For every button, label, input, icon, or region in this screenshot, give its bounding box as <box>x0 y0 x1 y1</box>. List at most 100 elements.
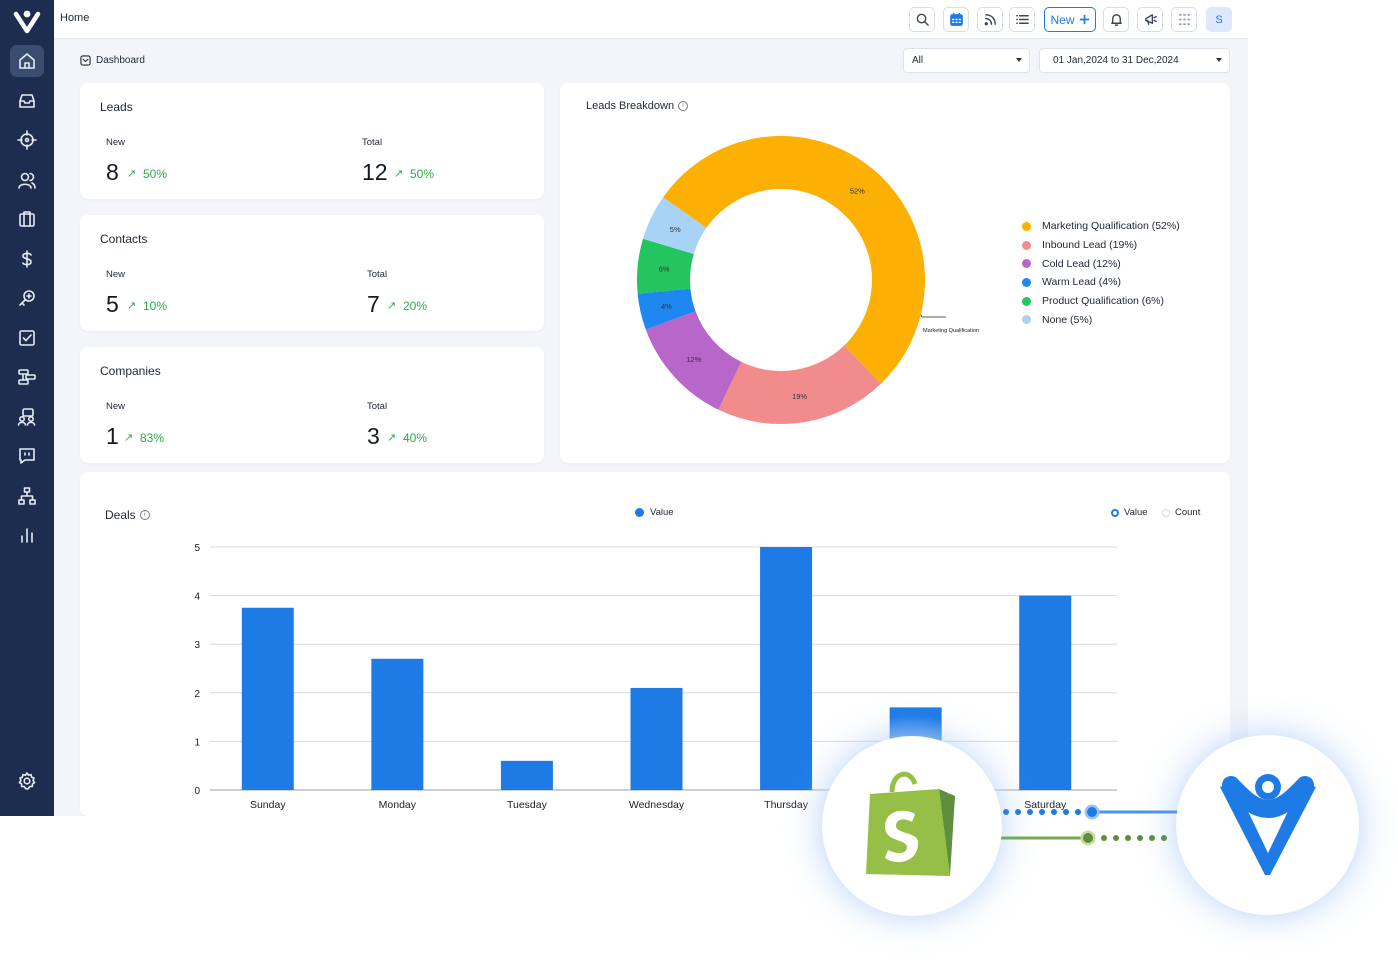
avatar[interactable]: S <box>1206 7 1232 32</box>
card-title: Contacts <box>100 232 148 246</box>
product-logo-badge[interactable] <box>1176 735 1359 915</box>
org-chart-icon <box>18 487 36 505</box>
list-button[interactable] <box>1009 7 1035 32</box>
legend-swatch <box>1022 296 1031 306</box>
legend-item[interactable]: Product Qualification (6%) <box>1022 292 1180 311</box>
sidebar-item-deals[interactable] <box>10 243 44 275</box>
settings-icon <box>18 772 36 790</box>
sidebar-item-tasks[interactable] <box>10 322 44 354</box>
legend-item[interactable]: Warm Lead (4%) <box>1022 273 1180 292</box>
notifications-button[interactable] <box>1103 7 1129 32</box>
new-value: 5 <box>106 291 119 317</box>
bar[interactable] <box>371 658 424 790</box>
bar[interactable] <box>1019 595 1072 790</box>
x-tick-label: Sunday <box>250 799 286 811</box>
home-icon <box>19 53 35 69</box>
breakdown-legend: Marketing Qualification (52%) Inbound Lea… <box>1022 217 1180 329</box>
feed-button[interactable] <box>977 7 1003 32</box>
sidebar-item-settings[interactable] <box>10 765 44 797</box>
announcements-button[interactable] <box>1137 7 1163 32</box>
legend-item[interactable]: Marketing Qualification (52%) <box>1022 217 1180 236</box>
shopify-bag-icon <box>866 771 955 876</box>
new-label: New <box>106 137 126 148</box>
new-change: 10% <box>143 299 168 313</box>
bar[interactable] <box>760 547 813 790</box>
sidebar-item-research[interactable] <box>10 282 44 314</box>
trend-up-icon: ↗ <box>127 300 137 312</box>
sidebar-item-targets[interactable] <box>10 124 44 156</box>
sidebar-item-team[interactable] <box>10 401 44 433</box>
sidebar-item-inbox[interactable] <box>10 85 44 117</box>
scope-select-value: All <box>912 55 924 66</box>
sidebar-item-hierarchy[interactable] <box>10 480 44 512</box>
date-range-value: 01 Jan,2024 to 31 Dec,2024 <box>1053 55 1179 66</box>
slice-label: 6% <box>659 265 670 274</box>
total-change: 20% <box>403 299 428 313</box>
bar[interactable] <box>500 760 553 790</box>
brand-logo-icon[interactable] <box>13 8 41 34</box>
app-window: Home New S Dashboard All 01 Jan,2024 to … <box>0 0 1248 816</box>
slice-label: 19% <box>792 392 807 401</box>
total-label: Total <box>362 137 383 148</box>
quote-chat-icon <box>19 448 35 464</box>
leads-donut-chart: Marketing Qualification 52% 19% 12% 4% 6% 5% <box>637 135 979 424</box>
new-button-label: New <box>1050 12 1075 27</box>
bar-chart-icon <box>21 528 33 543</box>
y-tick-label: 2 <box>194 689 200 700</box>
total-label: Total <box>367 269 388 280</box>
y-tick-label: 3 <box>194 640 200 651</box>
legend-label: Inbound Lead (19%) <box>1042 239 1138 252</box>
slice-label: 5% <box>670 225 681 234</box>
breadcrumb: Home <box>60 12 90 24</box>
shopify-badge[interactable] <box>822 736 1002 916</box>
sidebar-item-contacts[interactable] <box>10 164 44 196</box>
legend-swatch <box>1022 277 1031 287</box>
new-label: New <box>106 401 126 412</box>
new-change: 50% <box>143 167 168 181</box>
date-range-select[interactable]: 01 Jan,2024 to 31 Dec,2024 <box>1039 48 1230 73</box>
trend-up-icon: ↗ <box>127 168 137 180</box>
x-tick-label: Monday <box>379 799 417 811</box>
apps-grid-icon <box>1178 13 1190 26</box>
new-label: New <box>106 269 126 280</box>
sidebar-item-home[interactable] <box>10 45 44 77</box>
sidebar-item-reports[interactable] <box>10 519 44 551</box>
deals-card: Deals i Value Value Count 0 1 2 3 4 5 Sunday Mo… <box>80 472 1230 816</box>
deals-bar-chart: 0 1 2 3 4 5 Sunday Monday Tuesday Wednesday Thursd… <box>194 543 1117 811</box>
scope-select[interactable]: All <box>903 48 1030 73</box>
legend-label: Marketing Qualification (52%) <box>1042 220 1180 233</box>
calendar-button[interactable] <box>943 7 969 32</box>
new-change: 83% <box>140 431 165 445</box>
sidebar-item-companies[interactable] <box>10 203 44 235</box>
legend-item[interactable]: Cold Lead (12%) <box>1022 254 1180 273</box>
companies-card: Companies New 1 ↗ 83% Total 3 ↗ 40% <box>80 347 544 463</box>
legend-label: Warm Lead (4%) <box>1042 276 1121 289</box>
users-icon <box>18 172 36 189</box>
new-value: 8 <box>106 159 119 185</box>
new-button[interactable]: New <box>1044 7 1096 32</box>
top-bar: Home New S <box>54 0 1248 39</box>
search-icon <box>916 13 929 26</box>
new-value: 1 <box>106 423 119 449</box>
apps-button[interactable] <box>1171 7 1197 32</box>
legend-item[interactable]: None (5%) <box>1022 310 1180 329</box>
bar[interactable] <box>241 607 294 790</box>
total-change: 50% <box>410 167 435 181</box>
list-icon <box>1015 15 1029 24</box>
trend-up-icon: ↗ <box>394 168 404 180</box>
sidebar-item-feedback[interactable] <box>10 440 44 472</box>
workflow-icon <box>18 369 36 385</box>
sidebar-item-workflows[interactable] <box>10 361 44 393</box>
legend-item[interactable]: Inbound Lead (19%) <box>1022 236 1180 255</box>
search-button[interactable] <box>909 7 935 32</box>
trend-up-icon: ↗ <box>387 300 397 312</box>
legend-label: None (5%) <box>1042 313 1093 326</box>
team-chat-icon <box>17 408 36 426</box>
x-tick-label: Thursday <box>764 799 809 811</box>
bar[interactable] <box>630 687 683 790</box>
legend-swatch <box>1022 221 1031 231</box>
total-value: 3 <box>367 423 380 449</box>
legend-swatch <box>1022 315 1031 325</box>
y-tick-label: 0 <box>194 786 200 797</box>
checklist-icon <box>19 330 35 346</box>
